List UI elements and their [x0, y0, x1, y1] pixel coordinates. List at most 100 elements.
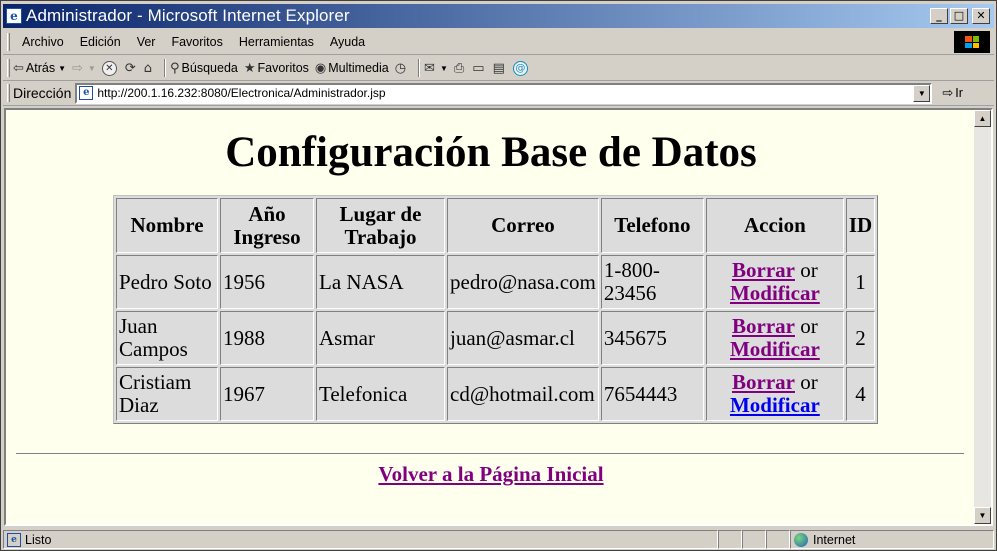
- mail-icon: ✉: [424, 60, 435, 76]
- cell-correo: juan@asmar.cl: [447, 311, 599, 365]
- menu-ayuda[interactable]: Ayuda: [330, 35, 365, 49]
- cell-id: 1: [845, 255, 876, 309]
- modify-link[interactable]: Modificar: [730, 393, 820, 417]
- go-label: Ir: [955, 86, 963, 100]
- back-button[interactable]: ⇦ Atrás ▼: [13, 61, 66, 76]
- discuss-button[interactable]: ▤: [493, 61, 507, 76]
- or-text: or: [800, 370, 818, 394]
- home-icon: ⌂: [143, 60, 153, 76]
- mail-button[interactable]: ✉ ▼: [424, 61, 448, 76]
- toolbar-grip: [7, 59, 10, 77]
- favorites-button[interactable]: ★ Favoritos: [244, 61, 309, 76]
- or-text: or: [800, 314, 818, 338]
- page-content: Configuración Base de Datos Nombre Año I…: [6, 110, 976, 524]
- address-input[interactable]: e http://200.1.16.232:8080/Electronica/A…: [75, 82, 933, 104]
- delete-link[interactable]: Borrar: [732, 258, 795, 282]
- page-icon: e: [79, 86, 94, 100]
- close-button[interactable]: ✕: [972, 8, 990, 24]
- security-zone-cell: Internet: [790, 530, 994, 549]
- minimize-button[interactable]: _: [930, 8, 948, 24]
- multimedia-icon: ◉: [314, 60, 327, 76]
- vertical-scrollbar[interactable]: ▲ ▼: [974, 110, 991, 524]
- window-title: Administrador - Microsoft Internet Explo…: [26, 6, 350, 25]
- window-controls: _ □ ✕: [930, 8, 990, 24]
- stop-button[interactable]: ✕: [101, 60, 119, 76]
- delete-link[interactable]: Borrar: [732, 314, 795, 338]
- back-label: Atrás: [25, 61, 56, 75]
- header-id: ID: [845, 198, 876, 253]
- maximize-button[interactable]: □: [950, 8, 968, 24]
- forward-arrow-icon: ⇨: [72, 60, 83, 76]
- header-lugar-de-trabajo: Lugar de Trabajo: [316, 198, 445, 253]
- edit-icon: ▭: [472, 60, 485, 76]
- mail-dropdown-icon[interactable]: ▼: [440, 64, 448, 73]
- menu-archivo[interactable]: Archivo: [22, 35, 64, 49]
- history-icon: ◷: [394, 60, 407, 76]
- back-arrow-icon: ⇦: [13, 60, 24, 76]
- multimedia-button[interactable]: ◉ Multimedia: [315, 61, 389, 76]
- page-status-icon: e: [7, 532, 21, 547]
- back-dropdown-icon[interactable]: ▼: [58, 64, 66, 73]
- delete-link[interactable]: Borrar: [732, 370, 795, 394]
- modify-link[interactable]: Modificar: [730, 337, 820, 361]
- page-viewport: Configuración Base de Datos Nombre Año I…: [4, 108, 993, 526]
- cell-correo: cd@hotmail.com: [447, 367, 599, 421]
- print-icon: ⎙: [453, 60, 465, 76]
- menu-edicion[interactable]: Edición: [80, 35, 121, 49]
- standard-toolbar: ⇦ Atrás ▼ ⇨ ▼ ✕ ⟳ ⌂ ⚲ Búsqueda ★ Favorit…: [3, 56, 994, 81]
- messenger-button[interactable]: @: [512, 60, 530, 76]
- forward-button[interactable]: ⇨ ▼: [72, 61, 96, 76]
- modify-link[interactable]: Modificar: [730, 281, 820, 305]
- table-row: Pedro Soto 1956 La NASA pedro@nasa.com 1…: [116, 255, 876, 309]
- refresh-icon: ⟳: [124, 60, 136, 76]
- scroll-up-button[interactable]: ▲: [974, 110, 991, 127]
- header-nombre: Nombre: [116, 198, 218, 253]
- menu-herramientas[interactable]: Herramientas: [239, 35, 314, 49]
- refresh-button[interactable]: ⟳: [125, 61, 138, 76]
- cell-anio: 1956: [220, 255, 314, 309]
- forward-dropdown-icon[interactable]: ▼: [88, 64, 96, 73]
- status-text-cell: e Listo: [3, 530, 718, 549]
- address-label: Dirección: [13, 85, 72, 101]
- back-to-home-link[interactable]: Volver a la Página Inicial: [378, 462, 603, 486]
- cell-nombre: Juan Campos: [116, 311, 218, 365]
- cell-id: 4: [845, 367, 876, 421]
- home-button[interactable]: ⌂: [144, 61, 154, 76]
- scroll-down-button[interactable]: ▼: [974, 507, 991, 524]
- menu-favoritos[interactable]: Favoritos: [171, 35, 222, 49]
- header-anio-ingreso: Año Ingreso: [220, 198, 314, 253]
- back-link-container: Volver a la Página Inicial: [6, 462, 976, 487]
- header-accion: Accion: [705, 198, 844, 253]
- cell-telefono: 1-800-23456: [600, 255, 704, 309]
- cell-lugar: La NASA: [316, 255, 445, 309]
- search-icon: ⚲: [170, 60, 180, 76]
- menu-grip: [7, 33, 10, 51]
- table-row: Cristiam Diaz 1967 Telefonica cd@hotmail…: [116, 367, 876, 421]
- title-bar: e Administrador - Microsoft Internet Exp…: [3, 4, 994, 28]
- search-label: Búsqueda: [181, 61, 238, 75]
- go-button[interactable]: ⇨ Ir: [942, 86, 963, 101]
- messenger-icon: @: [512, 60, 528, 76]
- status-panel: [766, 530, 790, 549]
- status-bar: e Listo Internet: [3, 529, 994, 550]
- table-header-row: Nombre Año Ingreso Lugar de Trabajo Corr…: [116, 198, 876, 253]
- search-button[interactable]: ⚲ Búsqueda: [170, 61, 238, 76]
- edit-button[interactable]: ▭: [472, 61, 486, 76]
- address-url[interactable]: http://200.1.16.232:8080/Electronica/Adm…: [97, 86, 385, 100]
- favorites-label: Favoritos: [257, 61, 309, 75]
- stop-icon: ✕: [101, 60, 117, 76]
- internet-zone-icon: [794, 532, 808, 547]
- print-button[interactable]: ⎙: [454, 61, 466, 76]
- menu-ver[interactable]: Ver: [137, 35, 156, 49]
- history-button[interactable]: ◷: [395, 61, 408, 76]
- cell-anio: 1967: [220, 367, 314, 421]
- or-text: or: [800, 258, 818, 282]
- multimedia-label: Multimedia: [328, 61, 389, 75]
- address-bar: Dirección e http://200.1.16.232:8080/Ele…: [3, 81, 994, 106]
- browser-window: e Administrador - Microsoft Internet Exp…: [0, 0, 997, 551]
- status-text: Listo: [25, 532, 52, 547]
- cell-lugar: Asmar: [316, 311, 445, 365]
- address-dropdown-icon[interactable]: ▼: [913, 84, 931, 102]
- toolbar-separator: [164, 59, 167, 77]
- cell-id: 2: [845, 311, 876, 365]
